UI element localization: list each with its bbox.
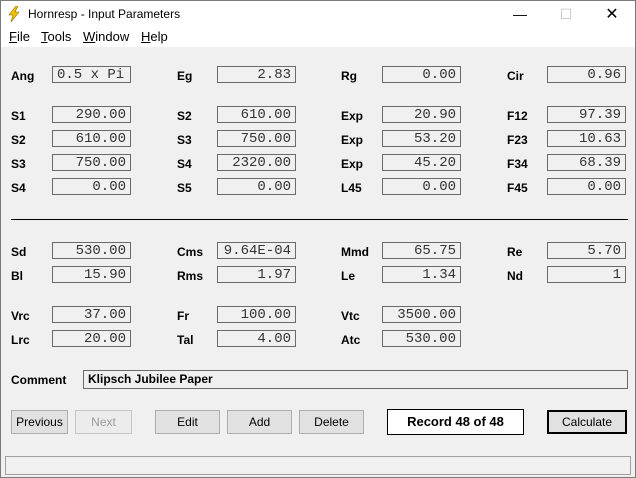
- field-lrc[interactable]: 20.00: [52, 330, 131, 347]
- field-f23[interactable]: 10.63: [547, 130, 626, 147]
- label-f23: F23: [507, 133, 528, 147]
- field-s2-top[interactable]: 610.00: [217, 106, 296, 123]
- label-re: Re: [507, 245, 523, 259]
- field-f45[interactable]: 0.00: [547, 178, 626, 195]
- label-exp1: Exp: [341, 109, 364, 123]
- label-s2-top: S2: [177, 109, 192, 123]
- label-rms: Rms: [177, 269, 204, 283]
- label-le: Le: [341, 269, 356, 283]
- field-s3-top[interactable]: 750.00: [217, 130, 296, 147]
- menu-window[interactable]: Window: [83, 29, 129, 44]
- edit-button[interactable]: Edit: [155, 410, 220, 434]
- label-rg: Rg: [341, 69, 357, 83]
- minimize-button[interactable]: —: [497, 1, 543, 28]
- field-f34[interactable]: 68.39: [547, 154, 626, 171]
- field-s4-top[interactable]: 2320.00: [217, 154, 296, 171]
- app-window: Hornresp - Input Parameters — ☐ ✕ File T…: [0, 0, 636, 478]
- field-cms[interactable]: 9.64E-04: [217, 242, 296, 259]
- label-bl: Bl: [11, 269, 23, 283]
- label-exp3: Exp: [341, 157, 364, 171]
- record-indicator: Record 48 of 48: [387, 409, 524, 435]
- field-s5[interactable]: 0.00: [217, 178, 296, 195]
- field-fr[interactable]: 100.00: [217, 306, 296, 323]
- label-vtc: Vtc: [341, 309, 360, 323]
- menu-bar: File Tools Window Help: [1, 28, 635, 47]
- title-bar[interactable]: Hornresp - Input Parameters — ☐ ✕: [1, 1, 635, 28]
- label-s3-top: S3: [177, 133, 192, 147]
- field-eg[interactable]: 2.83: [217, 66, 296, 83]
- field-s2[interactable]: 610.00: [52, 130, 131, 147]
- calculate-button[interactable]: Calculate: [547, 410, 627, 434]
- label-cir: Cir: [507, 69, 524, 83]
- close-button[interactable]: ✕: [589, 1, 635, 28]
- lightning-icon: [8, 6, 20, 22]
- field-l45[interactable]: 0.00: [382, 178, 461, 195]
- label-l45: L45: [341, 181, 362, 195]
- field-nd[interactable]: 1: [547, 266, 626, 283]
- label-nd: Nd: [507, 269, 523, 283]
- label-s2: S2: [11, 133, 26, 147]
- field-ang[interactable]: 0.5 x Pi: [52, 66, 131, 83]
- label-s4-top: S4: [177, 157, 192, 171]
- field-f12[interactable]: 97.39: [547, 106, 626, 123]
- comment-field[interactable]: Klipsch Jubilee Paper: [83, 370, 628, 389]
- field-re[interactable]: 5.70: [547, 242, 626, 259]
- label-sd: Sd: [11, 245, 27, 259]
- field-s4[interactable]: 0.00: [52, 178, 131, 195]
- label-mmd: Mmd: [341, 245, 369, 259]
- menu-file[interactable]: File: [9, 29, 30, 44]
- label-f45: F45: [507, 181, 528, 195]
- label-comment: Comment: [11, 373, 67, 387]
- label-eg: Eg: [177, 69, 193, 83]
- label-lrc: Lrc: [11, 333, 30, 347]
- status-bar: [5, 456, 631, 475]
- field-rms[interactable]: 1.97: [217, 266, 296, 283]
- field-s1[interactable]: 290.00: [52, 106, 131, 123]
- add-button[interactable]: Add: [227, 410, 292, 434]
- field-rg[interactable]: 0.00: [382, 66, 461, 83]
- field-le[interactable]: 1.34: [382, 266, 461, 283]
- field-s3[interactable]: 750.00: [52, 154, 131, 171]
- field-exp1[interactable]: 20.90: [382, 106, 461, 123]
- label-vrc: Vrc: [11, 309, 30, 323]
- section-divider: [11, 219, 628, 220]
- menu-help[interactable]: Help: [141, 29, 168, 44]
- label-fr: Fr: [177, 309, 189, 323]
- field-sd[interactable]: 530.00: [52, 242, 131, 259]
- maximize-button[interactable]: ☐: [543, 1, 589, 28]
- label-exp2: Exp: [341, 133, 364, 147]
- field-cir[interactable]: 0.96: [547, 66, 626, 83]
- window-title: Hornresp - Input Parameters: [28, 7, 181, 21]
- label-atc: Atc: [341, 333, 361, 347]
- next-button[interactable]: Next: [75, 410, 132, 434]
- label-s5: S5: [177, 181, 192, 195]
- menu-tools[interactable]: Tools: [41, 29, 71, 44]
- label-f34: F34: [507, 157, 528, 171]
- label-ang: Ang: [11, 69, 35, 83]
- delete-button[interactable]: Delete: [299, 410, 364, 434]
- label-f12: F12: [507, 109, 528, 123]
- previous-button[interactable]: Previous: [11, 410, 68, 434]
- label-cms: Cms: [177, 245, 204, 259]
- label-s3: S3: [11, 157, 26, 171]
- field-atc[interactable]: 530.00: [382, 330, 461, 347]
- label-s1: S1: [11, 109, 26, 123]
- field-vtc[interactable]: 3500.00: [382, 306, 461, 323]
- field-exp2[interactable]: 53.20: [382, 130, 461, 147]
- field-bl[interactable]: 15.90: [52, 266, 131, 283]
- label-tal: Tal: [177, 333, 194, 347]
- field-vrc[interactable]: 37.00: [52, 306, 131, 323]
- label-s4: S4: [11, 181, 26, 195]
- field-mmd[interactable]: 65.75: [382, 242, 461, 259]
- field-tal[interactable]: 4.00: [217, 330, 296, 347]
- field-exp3[interactable]: 45.20: [382, 154, 461, 171]
